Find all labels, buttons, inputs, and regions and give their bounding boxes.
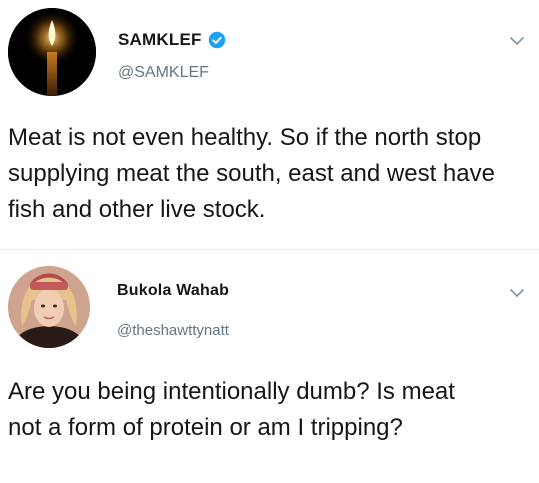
tweet-text: Meat is not even healthy. So if the nort…: [8, 124, 495, 223]
display-name[interactable]: Bukola Wahab: [117, 282, 229, 300]
tweet-samklef[interactable]: SAMKLEF @SAMKLEF Meat is not even health…: [0, 0, 539, 250]
avatar-samklef[interactable]: [8, 8, 96, 96]
author-row: SAMKLEF: [118, 30, 226, 50]
display-name[interactable]: SAMKLEF: [118, 30, 202, 50]
avatar-bukola-wahab[interactable]: [8, 266, 90, 348]
handle[interactable]: @SAMKLEF: [118, 64, 209, 82]
tweet-text: Are you being intentionally dumb? Is mea…: [8, 378, 455, 441]
chevron-down-icon[interactable]: [509, 288, 525, 298]
author-row: Bukola Wahab: [117, 282, 229, 300]
tweet-bukola-wahab[interactable]: Bukola Wahab @theshawttynatt Are you bei…: [0, 250, 539, 483]
handle[interactable]: @theshawttynatt: [117, 322, 229, 339]
verified-badge-icon: [208, 31, 225, 49]
candle-flame-icon: [8, 8, 96, 96]
chevron-down-icon[interactable]: [509, 36, 525, 46]
user-photo-icon: [8, 266, 90, 348]
tweet-thread: SAMKLEF @SAMKLEF Meat is not even health…: [0, 0, 539, 483]
